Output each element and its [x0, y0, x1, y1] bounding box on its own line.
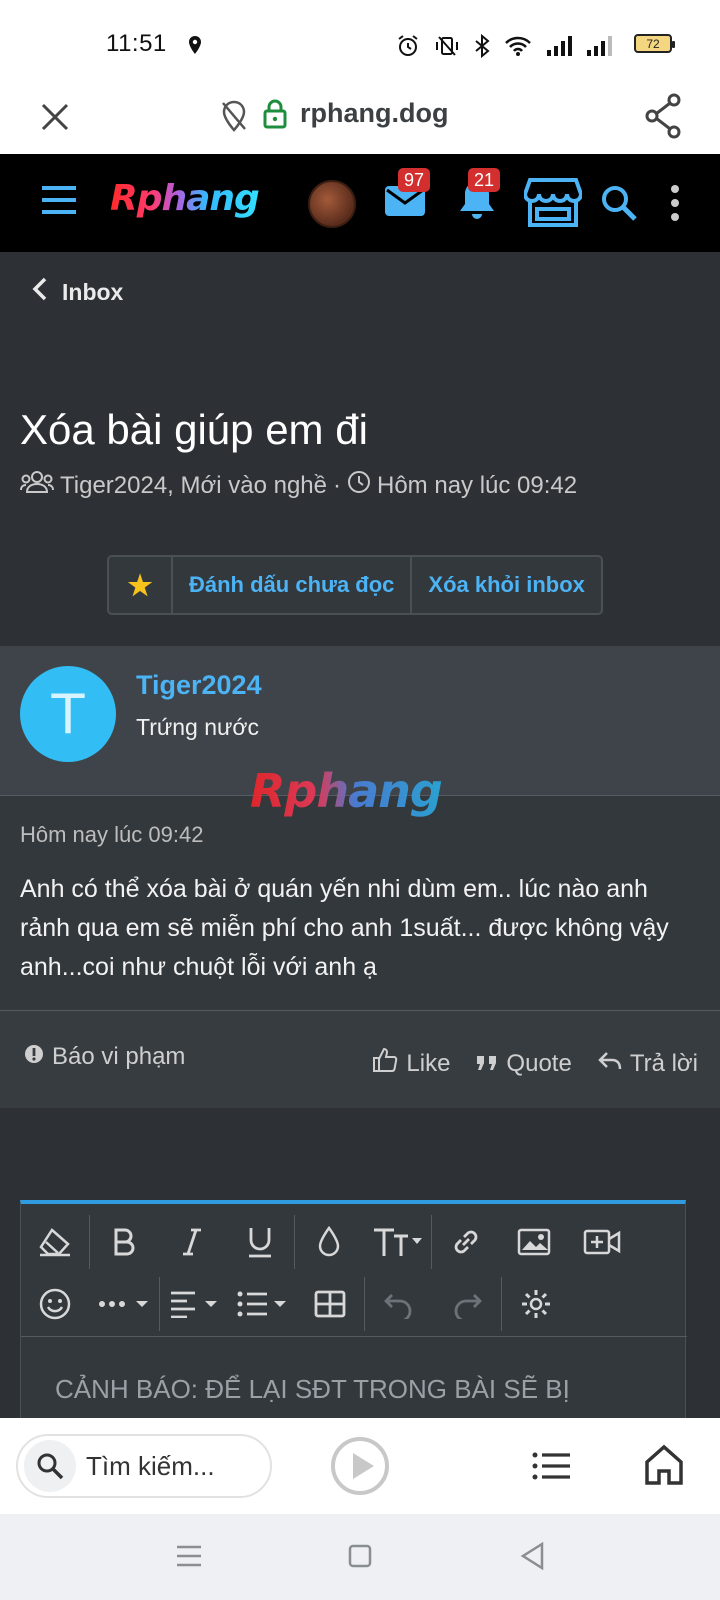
editor-placeholder[interactable]: CẢNH BÁO: ĐỂ LẠI SĐT TRONG BÀI SẼ BỊ	[55, 1374, 570, 1405]
alerts-badge: 21	[468, 168, 501, 192]
italic-icon[interactable]	[158, 1218, 226, 1266]
redo-icon[interactable]	[433, 1280, 501, 1328]
conversation-title: Xóa bài giúp em đi	[20, 406, 368, 453]
browser-url-bar: rphang.dog	[0, 84, 720, 154]
share-icon[interactable]	[644, 92, 684, 145]
battery-icon: 72	[634, 34, 675, 53]
alarm-icon	[396, 34, 420, 63]
link-icon[interactable]	[432, 1218, 500, 1266]
list-icon[interactable]	[228, 1280, 296, 1328]
bluetooth-icon	[474, 33, 490, 63]
search-icon[interactable]	[600, 184, 638, 227]
close-icon[interactable]	[38, 100, 72, 139]
editor-toolbar-row-2	[21, 1272, 687, 1336]
search-icon	[24, 1440, 76, 1492]
thumbs-up-icon	[372, 1047, 398, 1080]
bottom-search-box[interactable]: Tìm kiếm...	[16, 1434, 272, 1498]
like-label: Like	[406, 1049, 451, 1077]
battery-level: 72	[646, 36, 660, 51]
message-footer: Báo vi phạm Like Quote Trả lời	[0, 1010, 720, 1108]
back-to-inbox[interactable]: Inbox	[32, 276, 123, 308]
site-header: Rphang 97 21	[0, 154, 720, 252]
image-icon[interactable]	[500, 1218, 568, 1266]
toolbar-bottom-border	[21, 1336, 687, 1337]
remove-from-inbox-button[interactable]: Xóa khỏi inbox	[412, 557, 600, 613]
settings-icon[interactable]	[502, 1280, 570, 1328]
tracking-off-icon[interactable]	[220, 100, 248, 137]
clear-format-icon[interactable]	[21, 1218, 89, 1266]
store-icon[interactable]	[522, 176, 584, 233]
color-icon[interactable]	[295, 1218, 363, 1266]
conversation-meta: Tiger2024, Mới vào nghề · Hôm nay lúc 09…	[20, 470, 577, 501]
star-button[interactable]: ★	[109, 557, 173, 613]
reply-icon	[598, 1050, 622, 1078]
signal-icon-2	[586, 35, 612, 62]
reply-label: Trả lời	[629, 1049, 698, 1077]
reply-button[interactable]: Trả lời	[598, 1047, 698, 1080]
list-icon[interactable]	[532, 1452, 572, 1485]
recent-apps-icon[interactable]	[176, 1544, 202, 1573]
status-bar: 11:51 72	[0, 0, 720, 84]
table-icon[interactable]	[296, 1280, 364, 1328]
author-role: Trứng nước	[136, 714, 259, 740]
meta-separator: ·	[333, 471, 341, 499]
report-link[interactable]: Báo vi phạm	[24, 1043, 185, 1071]
more-icon[interactable]	[670, 184, 680, 227]
author-avatar[interactable]: T	[20, 666, 116, 762]
author-name[interactable]: Tiger2024	[136, 670, 262, 701]
conversation-actions: ★ Đánh dấu chưa đọc Xóa khỏi inbox	[107, 555, 603, 615]
quote-label: Quote	[506, 1049, 572, 1077]
bottom-search-placeholder: Tìm kiếm...	[86, 1450, 215, 1481]
align-icon[interactable]	[160, 1280, 228, 1328]
like-button[interactable]: Like	[372, 1047, 450, 1080]
message-card: T Tiger2024 Trứng nước Rphang Hôm nay lú…	[0, 646, 720, 1108]
message-time[interactable]: Hôm nay lúc 09:42	[20, 822, 203, 848]
vibrate-off-icon	[434, 34, 460, 63]
underline-icon[interactable]	[226, 1218, 294, 1266]
clock-icon	[347, 470, 371, 501]
user-avatar[interactable]	[308, 180, 356, 228]
status-time: 11:51	[106, 30, 167, 57]
quote-button[interactable]: Quote	[476, 1047, 572, 1080]
bold-icon[interactable]	[90, 1218, 158, 1266]
star-icon: ★	[127, 569, 153, 601]
message-body: Anh có thể xóa bài ở quán yến nhi dùm em…	[20, 875, 669, 981]
lock-icon[interactable]	[262, 98, 288, 135]
mark-unread-button[interactable]: Đánh dấu chưa đọc	[173, 557, 413, 613]
back-label: Inbox	[62, 278, 124, 305]
browser-bottom-bar: Tìm kiếm...	[0, 1418, 720, 1514]
users-icon	[20, 470, 54, 501]
location-icon	[188, 36, 202, 59]
site-logo[interactable]: Rphang	[110, 178, 260, 219]
text-size-icon[interactable]	[363, 1218, 431, 1266]
video-icon[interactable]	[568, 1218, 636, 1266]
home-button-icon[interactable]	[348, 1544, 372, 1573]
play-icon[interactable]	[330, 1436, 390, 1501]
reply-editor: CẢNH BÁO: ĐỂ LẠI SĐT TRONG BÀI SẼ BỊ	[20, 1200, 687, 1420]
inbox-badge: 97	[398, 168, 431, 192]
system-nav-bar	[0, 1514, 720, 1600]
url-domain[interactable]: rphang.dog	[300, 98, 448, 129]
signal-icon	[546, 35, 572, 62]
more-options-icon[interactable]	[89, 1280, 159, 1328]
participants[interactable]: Tiger2024, Mới vào nghề	[60, 472, 327, 500]
undo-icon[interactable]	[365, 1280, 433, 1328]
message-actions: Like Quote Trả lời	[372, 1047, 698, 1080]
back-button-icon[interactable]	[520, 1541, 544, 1575]
wifi-icon	[504, 35, 532, 62]
menu-icon[interactable]	[40, 184, 78, 221]
conversation-date: Hôm nay lúc 09:42	[377, 471, 578, 499]
home-icon[interactable]	[644, 1444, 684, 1491]
chevron-left-icon	[32, 276, 48, 308]
report-label: Báo vi phạm	[52, 1043, 186, 1070]
watermark-logo: Rphang	[250, 764, 443, 818]
smiley-icon[interactable]	[21, 1280, 89, 1328]
warning-icon	[24, 1043, 44, 1071]
editor-toolbar-row-1	[21, 1210, 687, 1274]
quote-icon	[476, 1050, 498, 1078]
